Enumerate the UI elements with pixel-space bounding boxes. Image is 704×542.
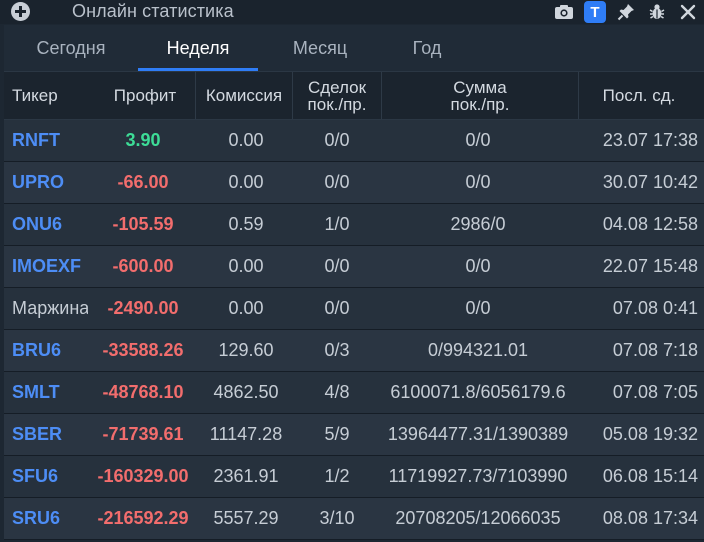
- deals-cell: 0/0: [324, 172, 350, 192]
- ticker-cell[interactable]: BRU6: [12, 330, 88, 371]
- sum-cell: 2986/0: [450, 214, 506, 234]
- ticker-cell[interactable]: ONU6: [12, 204, 88, 245]
- t-badge-button[interactable]: T: [583, 0, 607, 24]
- profit-cell: -160329.00: [97, 466, 189, 486]
- commission-cell: 0.59: [228, 214, 264, 234]
- sum-cell: 0/0: [465, 130, 491, 150]
- sum-cell: 6100071.8/6056179.6: [390, 382, 566, 402]
- profit-cell: -105.59: [112, 214, 174, 234]
- table-row[interactable]: SBER -71739.61 11147.28 5/9 13964477.31/…: [4, 414, 704, 456]
- title-bar-icons: T: [545, 0, 700, 24]
- sum-cell: 0/994321.01: [427, 340, 529, 360]
- tab-month[interactable]: Месяц: [258, 25, 382, 71]
- deals-cell: 0/0: [324, 130, 350, 150]
- deals-cell: 0/0: [324, 256, 350, 276]
- sum-cell: 0/0: [465, 298, 491, 318]
- deals-cell: 0/0: [324, 298, 350, 318]
- t-badge-label: T: [584, 1, 606, 23]
- ticker-cell[interactable]: SMLT: [12, 372, 88, 413]
- deals-cell: 1/2: [324, 466, 350, 486]
- commission-cell: 2361.91: [213, 466, 279, 486]
- last-deal-cell: 23.07 17:38: [602, 130, 698, 150]
- sum-cell: 20708205/12066035: [395, 508, 561, 528]
- profit-cell: 3.90: [125, 130, 161, 150]
- sum-cell: 0/0: [465, 256, 491, 276]
- profit-cell: -600.00: [112, 256, 174, 276]
- column-header-deals-line1: Сделок: [307, 77, 367, 97]
- last-deal-cell: 07.08 0:41: [612, 298, 698, 318]
- profit-cell: -71739.61: [102, 424, 184, 444]
- last-deal-cell: 22.07 15:48: [602, 256, 698, 276]
- profit-cell: -66.00: [117, 172, 169, 192]
- commission-cell: 0.00: [228, 130, 264, 150]
- profit-cell: -2490.00: [107, 298, 179, 318]
- table-body: RNFT 3.90 0.00 0/0 0/0 23.07 17:38 UPRO …: [4, 120, 704, 540]
- column-header-sum-line2: пок./пр.: [450, 94, 510, 114]
- bug-icon[interactable]: [645, 0, 669, 24]
- sum-cell: 13964477.31/1390389: [387, 424, 569, 444]
- pin-icon[interactable]: [614, 0, 638, 24]
- table-row[interactable]: SMLT -48768.10 4862.50 4/8 6100071.8/605…: [4, 372, 704, 414]
- column-header-ticker[interactable]: Тикер: [12, 72, 76, 119]
- last-deal-cell: 07.08 7:05: [612, 382, 698, 402]
- deals-cell: 3/10: [319, 508, 355, 528]
- title-bar: Онлайн статистика T: [0, 0, 704, 24]
- commission-cell: 129.60: [218, 340, 274, 360]
- last-deal-cell: 07.08 7:18: [612, 340, 698, 360]
- stats-window: Онлайн статистика T Сегодня Неделя Месяц…: [0, 0, 704, 542]
- last-deal-cell: 08.08 17:34: [602, 508, 698, 528]
- sum-cell: 0/0: [465, 172, 491, 192]
- add-circle-icon[interactable]: [11, 2, 30, 21]
- column-header-profit[interactable]: Профит: [104, 72, 186, 119]
- table-header: Тикер Профит Комиссия Сделок пок./пр. Су…: [4, 71, 704, 120]
- ticker-cell[interactable]: SBER: [12, 414, 88, 455]
- table-row[interactable]: ONU6 -105.59 0.59 1/0 2986/0 04.08 12:58: [4, 204, 704, 246]
- deals-cell: 1/0: [324, 214, 350, 234]
- tab-week[interactable]: Неделя: [138, 25, 258, 71]
- last-deal-cell: 05.08 19:32: [602, 424, 698, 444]
- commission-cell: 11147.28: [209, 424, 283, 444]
- period-tabs: Сегодня Неделя Месяц Год: [4, 25, 704, 71]
- camera-icon[interactable]: [552, 0, 576, 24]
- table-row[interactable]: Маржина -2490.00 0.00 0/0 0/0 07.08 0:41: [4, 288, 704, 330]
- table-row[interactable]: SRU6 -216592.29 5557.29 3/10 20708205/12…: [4, 498, 704, 540]
- ticker-cell[interactable]: Маржина: [12, 288, 88, 329]
- table-row[interactable]: BRU6 -33588.26 129.60 0/3 0/994321.01 07…: [4, 330, 704, 372]
- tab-today[interactable]: Сегодня: [4, 25, 138, 71]
- profit-cell: -216592.29: [97, 508, 189, 528]
- table-row[interactable]: RNFT 3.90 0.00 0/0 0/0 23.07 17:38: [4, 120, 704, 162]
- column-header-sum[interactable]: Сумма пок./пр.: [381, 72, 578, 119]
- ticker-cell[interactable]: SFU6: [12, 456, 88, 497]
- ticker-cell[interactable]: RNFT: [12, 120, 88, 161]
- deals-cell: 0/3: [324, 340, 350, 360]
- last-deal-cell: 06.08 15:14: [602, 466, 698, 486]
- last-deal-cell: 30.07 10:42: [602, 172, 698, 192]
- column-header-commission[interactable]: Комиссия: [195, 72, 292, 119]
- commission-cell: 0.00: [228, 256, 264, 276]
- table-row[interactable]: SFU6 -160329.00 2361.91 1/2 11719927.73/…: [4, 456, 704, 498]
- commission-cell: 5557.29: [213, 508, 279, 528]
- table-row[interactable]: UPRO -66.00 0.00 0/0 0/0 30.07 10:42: [4, 162, 704, 204]
- deals-cell: 5/9: [324, 424, 350, 444]
- table-row[interactable]: IMOEXF -600.00 0.00 0/0 0/0 22.07 15:48: [4, 246, 704, 288]
- commission-cell: 4862.50: [213, 382, 279, 402]
- column-header-last-deal[interactable]: Посл. сд.: [578, 72, 699, 119]
- column-header-deals-line2: пок./пр.: [307, 94, 367, 114]
- close-icon[interactable]: [676, 0, 700, 24]
- column-header-sum-line1: Сумма: [453, 77, 507, 97]
- tab-year[interactable]: Год: [382, 25, 472, 71]
- sum-cell: 11719927.73/7103990: [388, 466, 568, 486]
- last-deal-cell: 04.08 12:58: [602, 214, 698, 234]
- commission-cell: 0.00: [228, 298, 264, 318]
- window-title: Онлайн статистика: [72, 1, 234, 21]
- column-header-deals[interactable]: Сделок пок./пр.: [292, 72, 381, 119]
- ticker-cell[interactable]: SRU6: [12, 498, 88, 539]
- profit-cell: -48768.10: [102, 382, 184, 402]
- commission-cell: 0.00: [228, 172, 264, 192]
- profit-cell: -33588.26: [102, 340, 184, 360]
- deals-cell: 4/8: [324, 382, 350, 402]
- ticker-cell[interactable]: UPRO: [12, 162, 88, 203]
- ticker-cell[interactable]: IMOEXF: [12, 246, 88, 287]
